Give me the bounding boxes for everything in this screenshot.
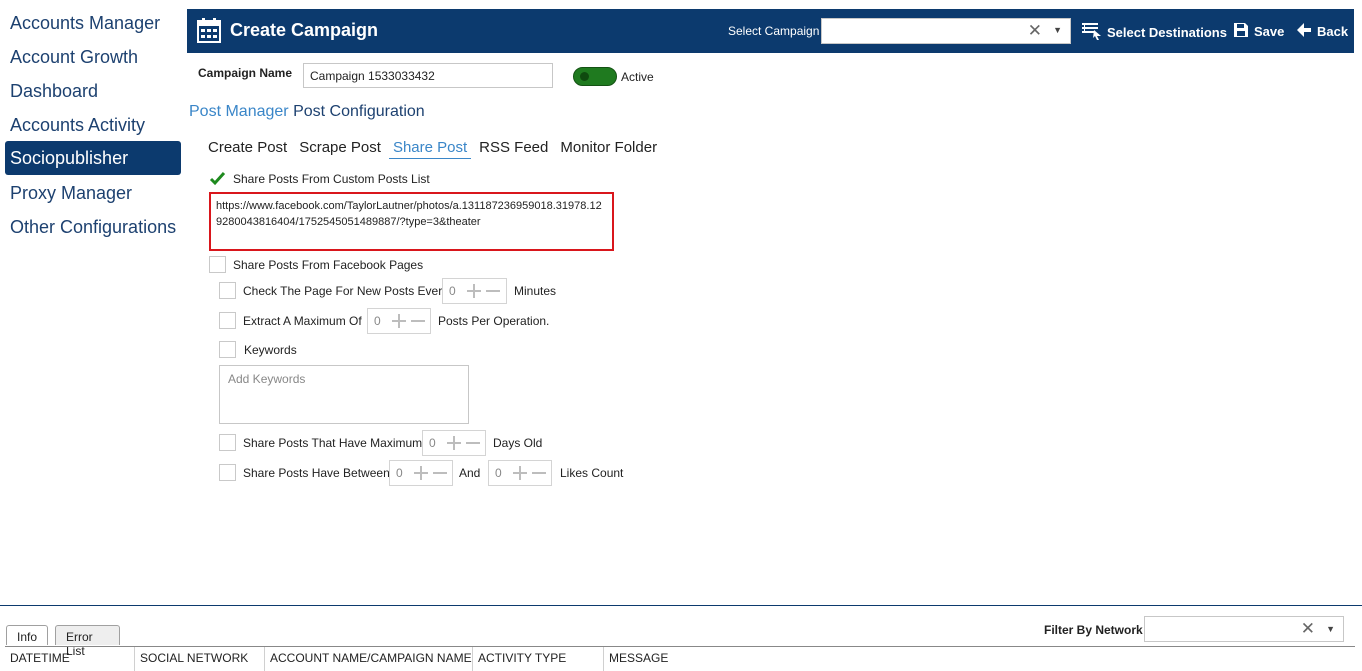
clear-icon[interactable]: ✕ bbox=[1028, 21, 1042, 41]
destinations-list-icon bbox=[1082, 22, 1102, 43]
plus-icon[interactable] bbox=[445, 433, 464, 453]
breadcrumb-post-manager[interactable]: Post Manager bbox=[189, 103, 289, 120]
chevron-down-icon[interactable]: ▼ bbox=[1053, 25, 1062, 35]
save-button[interactable]: Save bbox=[1233, 22, 1284, 41]
extract-max-value[interactable]: 0 bbox=[368, 314, 390, 328]
facebook-pages-checkbox[interactable] bbox=[209, 256, 226, 273]
campaign-name-label: Campaign Name bbox=[198, 66, 293, 80]
post-tabs: Create Post Scrape Post Share Post RSS F… bbox=[208, 139, 669, 159]
sidebar-item-dashboard[interactable]: Dashboard bbox=[5, 75, 181, 107]
tab-rss-feed[interactable]: RSS Feed bbox=[479, 139, 548, 159]
facebook-pages-label: Share Posts From Facebook Pages bbox=[233, 258, 424, 272]
max-days-value[interactable]: 0 bbox=[423, 436, 445, 450]
max-days-unit: Days Old bbox=[493, 436, 543, 450]
max-days-label: Share Posts That Have Maximum bbox=[243, 436, 423, 450]
max-days-stepper[interactable]: 0 bbox=[422, 430, 486, 456]
sidebar-item-sociopublisher[interactable]: Sociopublisher bbox=[5, 141, 181, 175]
extract-max-stepper[interactable]: 0 bbox=[367, 308, 431, 334]
keywords-label: Keywords bbox=[244, 343, 297, 357]
likes-unit: Likes Count bbox=[560, 466, 624, 480]
likes-min-stepper[interactable]: 0 bbox=[389, 460, 453, 486]
custom-posts-list-label: Share Posts From Custom Posts List bbox=[233, 172, 430, 186]
back-button[interactable]: Back bbox=[1296, 22, 1348, 41]
select-campaign-dropdown[interactable]: ✕ ▼ bbox=[821, 18, 1071, 44]
header-bar: Create Campaign Select Campaign ✕ ▼ Sele… bbox=[187, 9, 1354, 53]
campaign-name-input[interactable] bbox=[303, 63, 553, 88]
filter-by-network-label: Filter By Network bbox=[1044, 623, 1143, 637]
breadcrumb-post-configuration: Post Configuration bbox=[293, 103, 425, 120]
chevron-down-icon[interactable]: ▼ bbox=[1326, 624, 1335, 634]
clear-icon[interactable]: ✕ bbox=[1301, 619, 1315, 639]
column-header-datetime[interactable]: DATETIME bbox=[5, 647, 135, 671]
bottom-panel-divider bbox=[0, 605, 1362, 606]
tab-info[interactable]: Info bbox=[6, 625, 48, 645]
breadcrumb: Post Manager Post Configuration bbox=[189, 103, 425, 121]
likes-max-value[interactable]: 0 bbox=[489, 466, 511, 480]
sidebar-item-other-configurations[interactable]: Other Configurations bbox=[5, 211, 181, 243]
check-every-label: Check The Page For New Posts Every bbox=[243, 284, 449, 298]
tab-create-post[interactable]: Create Post bbox=[208, 139, 287, 159]
save-label: Save bbox=[1254, 24, 1285, 39]
column-header-social-network[interactable]: SOCIAL NETWORK bbox=[135, 647, 265, 671]
tab-error-list[interactable]: Error List bbox=[55, 625, 120, 658]
plus-icon[interactable] bbox=[465, 281, 484, 301]
max-days-checkbox[interactable] bbox=[219, 434, 236, 451]
check-every-checkbox[interactable] bbox=[219, 282, 236, 299]
sidebar-item-accounts-manager[interactable]: Accounts Manager bbox=[5, 7, 181, 39]
sidebar-item-accounts-activity[interactable]: Accounts Activity bbox=[5, 109, 181, 141]
page-title: Create Campaign bbox=[230, 20, 379, 40]
calendar-icon bbox=[197, 18, 221, 48]
keywords-textarea[interactable]: Add Keywords bbox=[219, 365, 469, 424]
minus-icon[interactable] bbox=[431, 463, 450, 483]
extract-max-checkbox[interactable] bbox=[219, 312, 236, 329]
plus-icon[interactable] bbox=[390, 311, 409, 331]
tab-monitor-folder[interactable]: Monitor Folder bbox=[560, 139, 657, 159]
activity-grid-header: DATETIME SOCIAL NETWORK ACCOUNT NAME/CAM… bbox=[5, 646, 1355, 671]
arrow-left-icon bbox=[1296, 22, 1312, 41]
minus-icon[interactable] bbox=[530, 463, 549, 483]
active-label: Active bbox=[621, 70, 654, 84]
toggle-knob bbox=[580, 72, 589, 81]
back-label: Back bbox=[1317, 24, 1349, 39]
minus-icon[interactable] bbox=[409, 311, 428, 331]
check-every-stepper[interactable]: 0 bbox=[442, 278, 507, 304]
check-every-value[interactable]: 0 bbox=[443, 284, 465, 298]
minus-icon[interactable] bbox=[464, 433, 483, 453]
likes-min-value[interactable]: 0 bbox=[390, 466, 412, 480]
column-header-account-name[interactable]: ACCOUNT NAME/CAMPAIGN NAME bbox=[265, 647, 473, 671]
sidebar: Accounts Manager Account Growth Dashboar… bbox=[0, 0, 186, 600]
checkmark-icon bbox=[209, 171, 226, 186]
custom-posts-url-textarea[interactable]: https://www.facebook.com/TaylorLautner/p… bbox=[209, 192, 614, 251]
active-toggle[interactable] bbox=[573, 67, 617, 86]
likes-between-checkbox[interactable] bbox=[219, 464, 236, 481]
column-header-activity-type[interactable]: ACTIVITY TYPE bbox=[473, 647, 604, 671]
minus-icon[interactable] bbox=[484, 281, 503, 301]
extract-max-unit: Posts Per Operation. bbox=[438, 314, 550, 328]
floppy-disk-icon bbox=[1233, 22, 1249, 41]
sidebar-item-account-growth[interactable]: Account Growth bbox=[5, 41, 181, 73]
select-destinations-label: Select Destinations bbox=[1107, 25, 1227, 40]
column-header-message[interactable]: MESSAGE bbox=[604, 647, 1355, 671]
custom-posts-list-checkbox[interactable] bbox=[209, 170, 226, 187]
filter-by-network-dropdown[interactable]: ✕ ▼ bbox=[1144, 616, 1344, 642]
select-destinations-button[interactable]: Select Destinations bbox=[1082, 22, 1227, 43]
check-every-unit: Minutes bbox=[514, 284, 557, 298]
tab-scrape-post[interactable]: Scrape Post bbox=[299, 139, 381, 159]
likes-and-label: And bbox=[459, 466, 481, 480]
tab-share-post[interactable]: Share Post bbox=[388, 139, 472, 159]
sidebar-item-proxy-manager[interactable]: Proxy Manager bbox=[5, 177, 181, 209]
likes-max-stepper[interactable]: 0 bbox=[488, 460, 552, 486]
extract-max-label: Extract A Maximum Of bbox=[243, 314, 362, 328]
likes-between-label: Share Posts Have Between bbox=[243, 466, 390, 480]
select-campaign-label: Select Campaign bbox=[728, 24, 820, 38]
plus-icon[interactable] bbox=[511, 463, 530, 483]
keywords-checkbox[interactable] bbox=[219, 341, 236, 358]
plus-icon[interactable] bbox=[412, 463, 431, 483]
